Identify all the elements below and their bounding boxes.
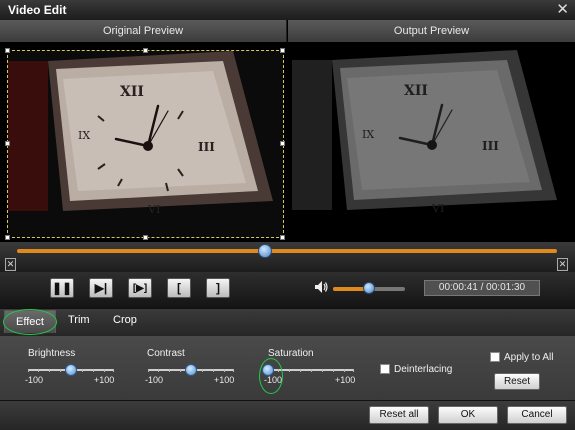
reset-button[interactable]: Reset [494, 373, 540, 390]
timeline-bar [0, 242, 575, 272]
tab-trim[interactable]: Trim [68, 314, 90, 326]
contrast-min-label: -100 [145, 375, 164, 385]
original-preview-video[interactable]: XII IX III VI [7, 50, 284, 238]
output-preview-video: XII IX III VI [292, 50, 568, 238]
resize-handle[interactable] [5, 141, 10, 146]
contrast-slider-knob[interactable] [185, 364, 197, 376]
highlight-ring [259, 358, 283, 394]
saturation-max-label: +100 [335, 375, 356, 385]
window-title: Video Edit [8, 3, 67, 17]
svg-text:III: III [198, 140, 215, 154]
brightness-max-label: +100 [94, 375, 115, 385]
highlight-ring [3, 309, 57, 335]
saturation-label: Saturation [268, 348, 314, 359]
deinterlacing-label: Deinterlacing [394, 364, 453, 375]
resize-handle[interactable] [143, 235, 148, 240]
svg-text:IX: IX [78, 129, 90, 142]
pause-button[interactable]: ❚❚ [50, 278, 74, 298]
svg-text:III: III [482, 139, 499, 153]
contrast-label: Contrast [147, 348, 185, 359]
resize-handle[interactable] [5, 235, 10, 240]
svg-text:VI: VI [431, 202, 444, 215]
apply-to-all-label: Apply to All [504, 352, 554, 363]
brightness-slider-knob[interactable] [65, 364, 77, 376]
brightness-label: Brightness [28, 348, 76, 359]
play-next-frame-button[interactable]: ▶| [89, 278, 113, 298]
step-frame-button[interactable]: [▶] [128, 278, 152, 298]
svg-text:IX: IX [362, 128, 374, 141]
resize-handle[interactable] [280, 141, 285, 146]
svg-text:XII: XII [404, 83, 428, 99]
resize-handle[interactable] [280, 48, 285, 53]
svg-text:VI: VI [147, 203, 160, 216]
time-display: 00:00:41 / 00:01:30 [424, 280, 540, 296]
clock-video-frame-grayscale: XII IX III VI [292, 50, 568, 238]
set-start-button[interactable]: [ [167, 278, 191, 298]
reset-all-button[interactable]: Reset all [369, 406, 429, 424]
trim-end-marker-icon[interactable]: ✕ [557, 258, 568, 271]
svg-text:XII: XII [120, 84, 144, 100]
deinterlacing-checkbox[interactable] [380, 364, 390, 374]
resize-handle[interactable] [5, 48, 10, 53]
tab-crop[interactable]: Crop [113, 314, 137, 326]
contrast-max-label: +100 [214, 375, 235, 385]
output-preview-header: Output Preview [288, 20, 575, 42]
trim-start-marker-icon[interactable]: ✕ [5, 258, 16, 271]
cancel-button[interactable]: Cancel [507, 406, 567, 424]
effect-panel [0, 336, 575, 400]
apply-to-all-checkbox[interactable] [490, 352, 500, 362]
timeline-track[interactable] [17, 249, 557, 253]
title-bar [0, 0, 575, 20]
clock-video-frame: XII IX III VI [8, 51, 283, 237]
close-icon[interactable]: ✕ [556, 1, 569, 19]
volume-icon[interactable] [315, 281, 329, 293]
resize-handle[interactable] [143, 48, 148, 53]
volume-slider-knob[interactable] [363, 282, 375, 294]
ok-button[interactable]: OK [438, 406, 498, 424]
original-preview-header: Original Preview [0, 20, 287, 42]
brightness-min-label: -100 [25, 375, 44, 385]
resize-handle[interactable] [280, 235, 285, 240]
set-end-button[interactable]: ] [206, 278, 230, 298]
